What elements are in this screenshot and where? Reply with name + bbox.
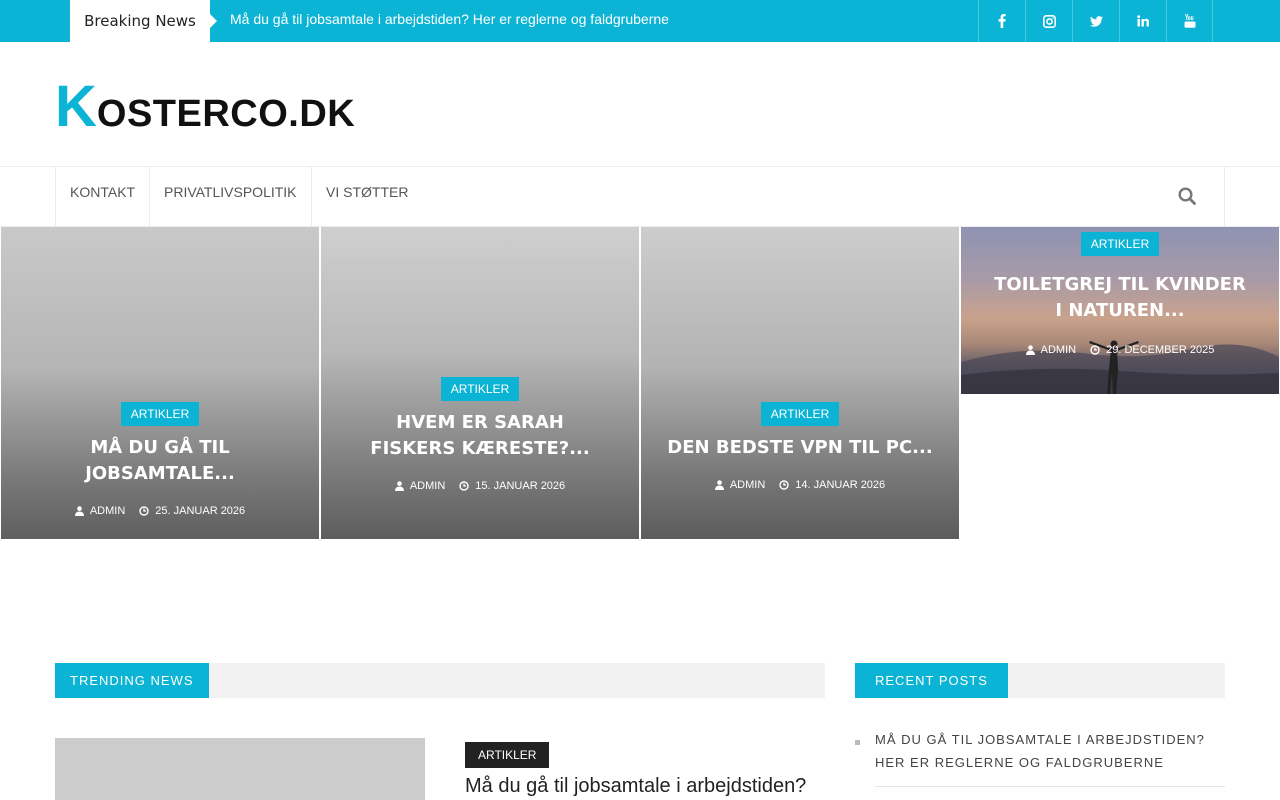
facebook-icon[interactable] bbox=[978, 0, 1025, 42]
featured-post-content: ARTIKLER HVEM ER SARAH FISKERS KÆRESTE?.… bbox=[321, 377, 639, 492]
logo-first-letter: K bbox=[55, 74, 97, 139]
youtube-icon[interactable] bbox=[1166, 0, 1213, 42]
post-meta: ADMIN 25. JANUAR 2026 bbox=[1, 505, 319, 517]
post-author: ADMIN bbox=[74, 505, 125, 517]
clock-icon bbox=[139, 506, 149, 516]
post-date-text: 15. JANUAR 2026 bbox=[475, 480, 566, 492]
social-links bbox=[978, 0, 1213, 42]
post-meta: ADMIN 15. JANUAR 2026 bbox=[321, 480, 639, 492]
featured-post-card[interactable]: ARTIKLER MÅ DU GÅ TIL JOBSAMTALE... ADMI… bbox=[1, 227, 319, 539]
post-author-name[interactable]: ADMIN bbox=[1041, 344, 1076, 356]
clock-icon bbox=[459, 481, 469, 491]
featured-post-title[interactable]: MÅ DU GÅ TIL JOBSAMTALE... bbox=[1, 435, 319, 487]
category-badge[interactable]: ARTIKLER bbox=[440, 377, 520, 401]
user-icon bbox=[714, 480, 724, 490]
search-icon[interactable] bbox=[1178, 187, 1198, 207]
top-bar: Breaking News Må du gå til jobsamtale i … bbox=[0, 0, 1280, 42]
clock-icon bbox=[779, 480, 789, 490]
list-bullet-icon bbox=[855, 740, 860, 745]
recent-posts-header: RECENT POSTS bbox=[855, 663, 1225, 698]
twitter-icon[interactable] bbox=[1072, 0, 1119, 42]
trending-post-category-badge[interactable]: ARTIKLER bbox=[465, 742, 550, 768]
post-date: 14. JANUAR 2026 bbox=[779, 479, 885, 491]
featured-post-card[interactable]: ARTIKLER TOILETGREJ TIL KVINDER I NATURE… bbox=[961, 227, 1279, 394]
featured-post-title[interactable]: TOILETGREJ TIL KVINDER I NATUREN... bbox=[975, 272, 1265, 324]
clock-icon bbox=[1090, 345, 1100, 355]
main-nav: KONTAKT PRIVATLIVSPOLITIK VI STØTTER bbox=[0, 166, 1280, 227]
featured-post-title[interactable]: HVEM ER SARAH FISKERS KÆRESTE?... bbox=[345, 410, 615, 462]
post-author-name[interactable]: ADMIN bbox=[730, 479, 765, 491]
site-logo[interactable]: K OSTERCO.DK bbox=[55, 75, 355, 139]
post-date: 29. DECEMBER 2025 bbox=[1090, 344, 1214, 356]
featured-post-card[interactable]: ARTIKLER HVEM ER SARAH FISKERS KÆRESTE?.… bbox=[321, 227, 639, 539]
trending-post-title[interactable]: Må du gå til jobsamtale i arbejdstiden? bbox=[465, 775, 806, 798]
post-meta: ADMIN 14. JANUAR 2026 bbox=[641, 479, 959, 491]
user-icon bbox=[74, 506, 84, 516]
linkedin-icon[interactable] bbox=[1119, 0, 1166, 42]
category-badge[interactable]: ARTIKLER bbox=[1080, 232, 1160, 256]
post-author-name[interactable]: ADMIN bbox=[90, 505, 125, 517]
trending-news-header: TRENDING NEWS bbox=[55, 663, 825, 698]
user-icon bbox=[1025, 345, 1035, 355]
post-date-text: 14. JANUAR 2026 bbox=[795, 479, 886, 491]
featured-post-content: ARTIKLER TOILETGREJ TIL KVINDER I NATURE… bbox=[961, 232, 1279, 356]
post-meta: ADMIN 29. DECEMBER 2025 bbox=[961, 344, 1279, 356]
featured-post-content: ARTIKLER DEN BEDSTE VPN TIL PC... ADMIN … bbox=[641, 402, 959, 491]
trending-post-thumbnail[interactable] bbox=[55, 738, 425, 800]
featured-post-content: ARTIKLER MÅ DU GÅ TIL JOBSAMTALE... ADMI… bbox=[1, 402, 319, 517]
post-date: 15. JANUAR 2026 bbox=[459, 480, 565, 492]
post-author-name[interactable]: ADMIN bbox=[410, 480, 445, 492]
post-date: 25. JANUAR 2026 bbox=[139, 505, 245, 517]
logo-text: OSTERCO.DK bbox=[96, 93, 356, 135]
nav-item-privatlivspolitik[interactable]: PRIVATLIVSPOLITIK bbox=[150, 167, 312, 226]
recent-posts-title: RECENT POSTS bbox=[855, 663, 1008, 698]
instagram-icon[interactable] bbox=[1025, 0, 1072, 42]
nav-container: KONTAKT PRIVATLIVSPOLITIK VI STØTTER bbox=[55, 167, 1225, 226]
category-badge[interactable]: ARTIKLER bbox=[760, 402, 840, 426]
post-date-text: 29. DECEMBER 2025 bbox=[1106, 344, 1215, 356]
post-date-text: 25. JANUAR 2026 bbox=[155, 505, 246, 517]
category-badge[interactable]: ARTIKLER bbox=[120, 402, 200, 426]
post-author: ADMIN bbox=[394, 480, 445, 492]
nav-item-kontakt[interactable]: KONTAKT bbox=[56, 167, 151, 226]
post-author: ADMIN bbox=[714, 479, 765, 491]
nav-item-vi-stotter[interactable]: VI STØTTER bbox=[312, 167, 422, 226]
user-icon bbox=[394, 481, 404, 491]
breaking-news-label: Breaking News bbox=[70, 0, 217, 42]
post-author: ADMIN bbox=[1025, 344, 1076, 356]
breaking-news-ticker-link[interactable]: Må du gå til jobsamtale i arbejdstiden? … bbox=[230, 11, 669, 27]
featured-post-title[interactable]: DEN BEDSTE VPN TIL PC... bbox=[641, 435, 959, 461]
recent-post-link[interactable]: MÅ DU GÅ TIL JOBSAMTALE I ARBEJDSTIDEN? … bbox=[875, 728, 1225, 787]
trending-news-title: TRENDING NEWS bbox=[55, 663, 209, 698]
featured-post-image bbox=[641, 227, 959, 539]
featured-post-card[interactable]: ARTIKLER DEN BEDSTE VPN TIL PC... ADMIN … bbox=[641, 227, 959, 539]
